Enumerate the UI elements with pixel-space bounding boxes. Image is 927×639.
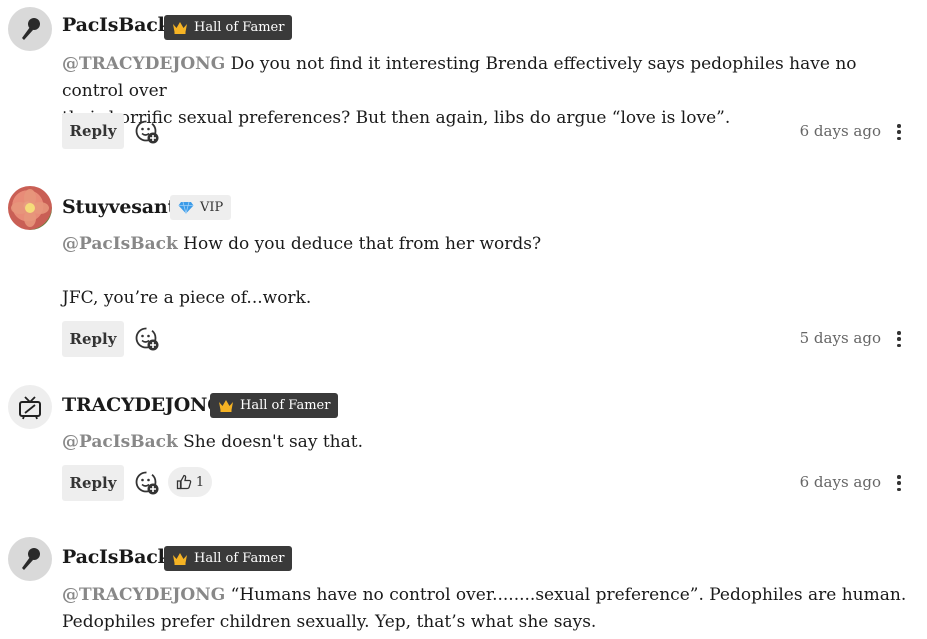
- comment-text-line: She doesn't say that.: [177, 432, 363, 452]
- comment-body: @TRACYDEJONG “Humans have no control ove…: [62, 582, 912, 636]
- comment-body: @TRACYDEJONG Do you not find it interest…: [62, 51, 912, 132]
- microphone-icon: [22, 548, 40, 570]
- avatar[interactable]: [8, 537, 52, 581]
- tv-icon: [19, 396, 41, 420]
- crown-icon: [173, 22, 187, 34]
- comment-body: @PacIsBack How do you deduce that from h…: [62, 231, 912, 312]
- flower-avatar-icon: [11, 189, 49, 227]
- badge-label: Hall of Famer: [194, 20, 285, 35]
- reaction-thumbs-up[interactable]: 1: [168, 467, 212, 497]
- username[interactable]: PacIsBack: [62, 14, 171, 36]
- vip-badge: VIP: [170, 195, 232, 220]
- reply-button[interactable]: Reply: [62, 465, 124, 501]
- hall-of-famer-badge: Hall of Famer: [210, 393, 339, 418]
- comment-body: @PacIsBack She doesn't say that.: [62, 429, 912, 456]
- comment-text-line: their horrific sexual preferences? But t…: [62, 108, 731, 128]
- add-reaction-icon[interactable]: [134, 470, 160, 496]
- microphone-icon: [22, 18, 40, 40]
- timestamp[interactable]: 5 days ago: [800, 329, 881, 347]
- more-options-icon[interactable]: [893, 122, 905, 142]
- hall-of-famer-badge: Hall of Famer: [164, 546, 293, 571]
- badge-label: Hall of Famer: [194, 551, 285, 566]
- crown-icon: [219, 400, 233, 412]
- thumbs-up-icon: [176, 474, 192, 490]
- username[interactable]: TRACYDEJONG: [62, 394, 223, 416]
- reply-button[interactable]: Reply: [62, 113, 124, 149]
- comment-text-line: “Humans have no control over........sexu…: [225, 585, 907, 605]
- avatar[interactable]: [8, 385, 52, 429]
- username[interactable]: PacIsBack: [62, 546, 171, 568]
- avatar[interactable]: [8, 186, 52, 230]
- mention-link[interactable]: @PacIsBack: [62, 234, 178, 254]
- more-options-icon[interactable]: [893, 329, 905, 349]
- comment-text-line: JFC, you’re a piece of...work.: [62, 288, 312, 308]
- mention-link[interactable]: @PacIsBack: [62, 432, 178, 452]
- timestamp[interactable]: 6 days ago: [800, 122, 881, 140]
- crown-icon: [173, 553, 187, 565]
- more-options-icon[interactable]: [893, 473, 905, 493]
- comment-text-line: How do you deduce that from her words?: [177, 234, 542, 254]
- comment-text-line: Pedophiles prefer children sexually. Yep…: [62, 612, 597, 632]
- hall-of-famer-badge: Hall of Famer: [164, 15, 293, 40]
- username[interactable]: Stuyvesant: [62, 196, 176, 218]
- add-reaction-icon[interactable]: [134, 119, 160, 145]
- add-reaction-icon[interactable]: [134, 326, 160, 352]
- mention-link[interactable]: @TRACYDEJONG: [62, 54, 225, 74]
- reply-button[interactable]: Reply: [62, 321, 124, 357]
- timestamp[interactable]: 6 days ago: [800, 473, 881, 491]
- avatar[interactable]: [8, 7, 52, 51]
- diamond-icon: [178, 201, 194, 214]
- badge-label: VIP: [200, 200, 224, 215]
- reaction-count: 1: [195, 474, 205, 490]
- mention-link[interactable]: @TRACYDEJONG: [62, 585, 225, 605]
- badge-label: Hall of Famer: [240, 398, 331, 413]
